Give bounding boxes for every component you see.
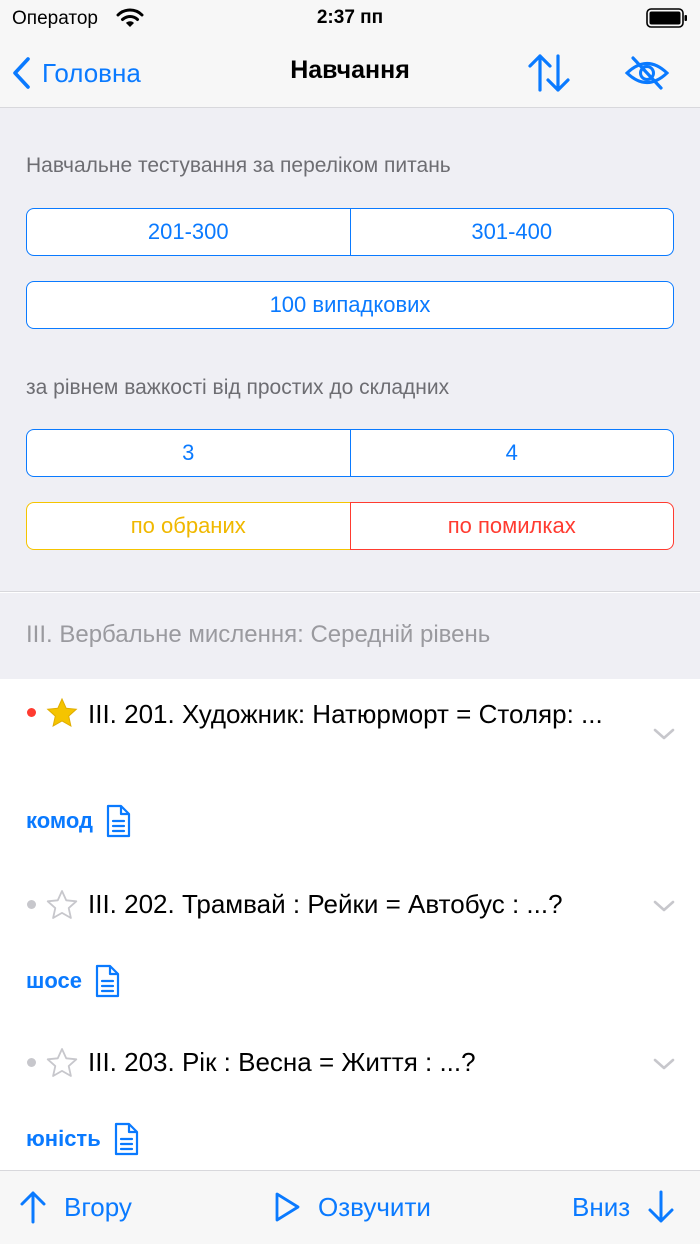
chevron-down-icon[interactable] bbox=[652, 726, 676, 742]
range-201-300-button[interactable]: 201-300 bbox=[27, 209, 350, 255]
level-segmented-control: 3 4 bbox=[26, 429, 674, 477]
mistake-indicator-dot bbox=[27, 1058, 36, 1067]
bottom-toolbar: Вгору Озвучити Вниз bbox=[0, 1170, 700, 1244]
level-test-caption: за рівнем важкості від простих до складн… bbox=[26, 376, 450, 399]
scroll-down-label: Вниз bbox=[572, 1191, 631, 1222]
answer-link[interactable]: шосе bbox=[26, 964, 122, 998]
document-icon bbox=[106, 804, 131, 838]
document-icon bbox=[114, 1122, 138, 1156]
mistakes-button[interactable]: по помилках bbox=[349, 502, 674, 550]
range-segmented-control: 201-300 301-400 bbox=[26, 208, 674, 256]
answer-link[interactable]: комод bbox=[26, 804, 133, 838]
level-4-button[interactable]: 4 bbox=[349, 430, 674, 476]
test-options-panel: Навчальне тестування за переліком питань… bbox=[0, 108, 700, 592]
random-segmented-control: 100 випадкових bbox=[26, 281, 674, 329]
document-icon bbox=[95, 964, 120, 998]
answer-text: шосе bbox=[26, 968, 82, 993]
arrow-down-icon bbox=[648, 1190, 674, 1223]
clock: 2:37 пп bbox=[316, 7, 384, 28]
section-title: III. Вербальне мислення: Середній рівень bbox=[26, 621, 491, 648]
scroll-up-label: Вгору bbox=[64, 1191, 132, 1222]
question-item[interactable]: III. 201. Художник: Натюрморт = Столяр: … bbox=[0, 680, 700, 850]
speak-label: Озвучити bbox=[318, 1191, 431, 1222]
answer-text: юність bbox=[26, 1126, 101, 1151]
question-text: III. 203. Рік : Весна = Життя : ...? bbox=[88, 1047, 476, 1077]
answer-link[interactable]: юність bbox=[26, 1122, 141, 1156]
arrow-up-icon bbox=[20, 1191, 46, 1224]
star-outline-icon[interactable] bbox=[46, 889, 78, 921]
page-title: Навчання bbox=[290, 56, 410, 84]
chevron-down-icon[interactable] bbox=[652, 898, 676, 914]
question-item[interactable]: III. 202. Трамвай : Рейки = Автобус : ..… bbox=[0, 870, 700, 1020]
mistake-indicator-dot bbox=[27, 900, 36, 909]
range-301-400-button[interactable]: 301-400 bbox=[349, 209, 674, 255]
speak-button[interactable]: Озвучити bbox=[272, 1187, 431, 1227]
play-icon bbox=[275, 1192, 300, 1222]
list-test-caption: Навчальне тестування за переліком питань bbox=[26, 154, 451, 177]
section-header: III. Вербальне мислення: Середній рівень bbox=[0, 593, 700, 679]
navigation-bar: Головна Навчання bbox=[0, 38, 700, 108]
level-3-button[interactable]: 3 bbox=[27, 430, 350, 476]
star-outline-icon[interactable] bbox=[46, 1047, 78, 1079]
status-bar: Оператор 2:37 пп bbox=[0, 0, 700, 38]
random-100-button[interactable]: 100 випадкових bbox=[27, 282, 673, 328]
chevron-down-icon[interactable] bbox=[652, 1056, 676, 1072]
battery-icon bbox=[646, 8, 687, 28]
answer-text: комод bbox=[26, 808, 93, 833]
hide-answers-icon[interactable] bbox=[624, 54, 670, 92]
question-item[interactable]: III. 203. Рік : Весна = Життя : ...? юні… bbox=[0, 1028, 700, 1168]
filter-segmented-control: по обраних по помилках bbox=[26, 502, 674, 550]
favorites-button[interactable]: по обраних bbox=[26, 502, 350, 550]
scroll-up-button[interactable]: Вгору bbox=[18, 1187, 132, 1227]
sort-icon[interactable] bbox=[526, 52, 572, 94]
question-text: III. 202. Трамвай : Рейки = Автобус : ..… bbox=[88, 889, 563, 919]
scroll-down-button[interactable]: Вниз bbox=[572, 1187, 676, 1227]
question-text: III. 201. Художник: Натюрморт = Столяр: … bbox=[88, 699, 603, 729]
